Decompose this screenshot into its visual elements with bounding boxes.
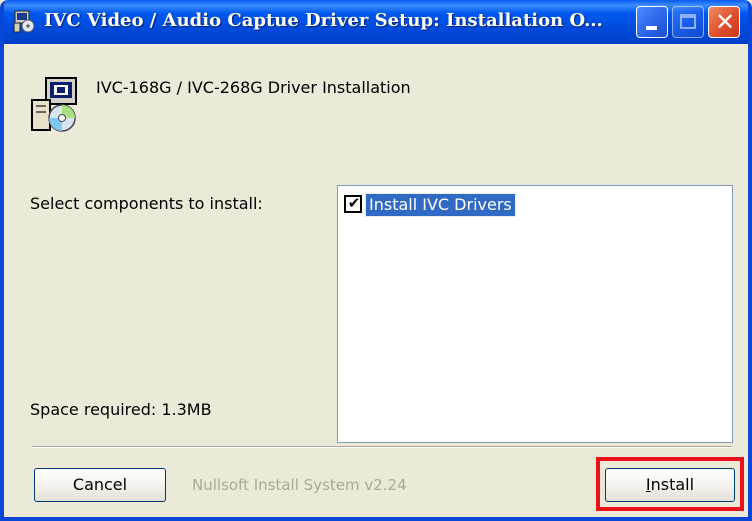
installer-app-icon (13, 10, 35, 33)
title-bar[interactable]: IVC Video / Audio Captue Driver Setup: I… (4, 0, 748, 44)
install-button[interactable]: Install (605, 468, 735, 502)
close-button[interactable]: ✕ (708, 6, 740, 38)
installer-disc-icon (31, 77, 77, 132)
window-title: IVC Video / Audio Captue Driver Setup: I… (44, 10, 603, 31)
checkmark-icon: ✔ (347, 194, 361, 212)
maximize-icon (680, 14, 696, 29)
maximize-button (672, 6, 704, 38)
branding-text: Nullsoft Install System v2.24 (192, 476, 407, 494)
header-title: IVC-168G / IVC-268G Driver Installation (96, 78, 411, 97)
component-list[interactable]: ✔ Install IVC Drivers (337, 185, 733, 443)
install-drivers-checkbox[interactable]: ✔ (344, 194, 362, 213)
space-required-label: Space required: 1.3MB (30, 400, 212, 419)
minimize-button[interactable] (636, 6, 668, 38)
cancel-button[interactable]: Cancel (34, 468, 166, 502)
select-components-label: Select components to install: (30, 194, 263, 213)
setup-window: IVC Video / Audio Captue Driver Setup: I… (0, 0, 752, 521)
footer-divider (32, 446, 732, 448)
close-icon: ✕ (714, 8, 736, 36)
minimize-icon (646, 26, 657, 30)
component-label[interactable]: Install IVC Drivers (365, 193, 516, 217)
dialog-body: IVC-168G / IVC-268G Driver Installation … (4, 44, 748, 517)
